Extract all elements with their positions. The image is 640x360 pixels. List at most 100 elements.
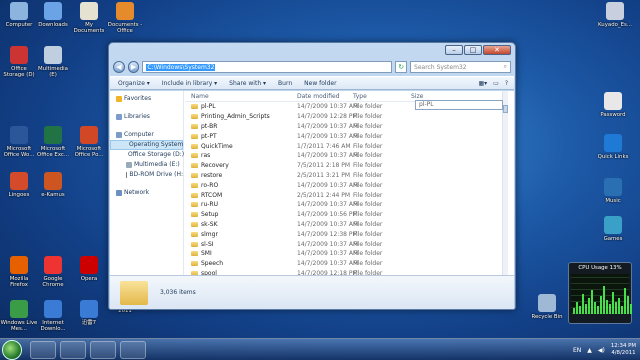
- file-row[interactable]: pt-BR 14/7/2009 10:37 AM File folder: [185, 122, 508, 132]
- network-icon: [116, 190, 122, 196]
- taskbar-explorer-icon[interactable]: [30, 341, 56, 359]
- desktop-icon-password[interactable]: Password: [594, 92, 632, 118]
- include-in-library-button[interactable]: Include in library ▾: [162, 80, 217, 87]
- cpu-graph-bar: [600, 296, 602, 314]
- file-row[interactable]: ru-RU 14/7/2009 10:37 AM File folder: [185, 200, 508, 210]
- maximize-button[interactable]: □: [464, 45, 482, 55]
- back-button[interactable]: ◀: [113, 61, 125, 73]
- desktop-icon-7[interactable]: 迅雷7: [70, 300, 108, 326]
- preview-pane-icon[interactable]: ▭: [493, 80, 499, 87]
- start-button[interactable]: [2, 340, 22, 360]
- clock[interactable]: 12:34 PM 4/8/2011: [611, 343, 636, 357]
- nav-item-office-storage-d[interactable]: Office Storage (D:): [110, 150, 184, 160]
- file-row[interactable]: Setup 14/7/2009 10:56 PM File folder: [185, 210, 508, 220]
- nav-item-bd-rom-drive-h[interactable]: BD-ROM Drive (H:: [110, 170, 183, 180]
- file-row[interactable]: RTCOM 2/5/2011 2:44 PM File folder: [185, 190, 508, 200]
- desktop-icon-mozilla-firefox[interactable]: Mozilla Firefox: [0, 256, 38, 288]
- vertical-scrollbar[interactable]: [502, 91, 508, 275]
- nav-item-network[interactable]: Network: [110, 188, 183, 198]
- desktop-icon-computer[interactable]: Computer: [0, 2, 38, 28]
- address-bar[interactable]: C:\Windows\System32: [142, 61, 393, 73]
- column-name[interactable]: Name: [185, 93, 297, 100]
- desktop-icon-google-chrome[interactable]: Google Chrome: [34, 256, 72, 288]
- desktop-icon-multimedia-e[interactable]: Multimedia (E): [34, 46, 72, 78]
- cpu-usage-gadget[interactable]: CPU Usage 13% CORE1 10% CORE2 16%: [568, 262, 632, 324]
- search-suggestion[interactable]: pl-PL: [415, 100, 503, 110]
- language-indicator[interactable]: EN: [573, 347, 581, 354]
- help-icon[interactable]: ?: [505, 80, 508, 87]
- desktop-icon-microsoft-office-exc[interactable]: Microsoft Office Exc...: [34, 126, 72, 158]
- forward-button[interactable]: ▶: [127, 61, 140, 73]
- network-icon[interactable]: ▲: [587, 347, 592, 354]
- taskbar-folder-icon[interactable]: [120, 341, 146, 359]
- file-name: ru-RU: [201, 201, 218, 209]
- column-type[interactable]: Type: [353, 93, 411, 100]
- desktop-icon-label: 迅雷7: [81, 320, 97, 326]
- desktop-icon-windows-live-mes[interactable]: Windows Live Mes...: [0, 300, 38, 332]
- desktop-icon-microsoft-office-po[interactable]: Microsoft Office Po...: [70, 126, 108, 158]
- desktop-icon-documents-office[interactable]: Documents - Office: [106, 2, 144, 34]
- file-row[interactable]: Printing_Admin_Scripts 14/7/2009 12:28 PM…: [185, 112, 508, 122]
- nav-item-computer[interactable]: Computer: [110, 130, 183, 140]
- nav-item-libraries[interactable]: Libraries: [110, 112, 183, 122]
- search-placeholder: Search System32: [414, 63, 467, 71]
- desktop-icon-quick-links[interactable]: Quick Links: [594, 134, 632, 160]
- desktop-icon-internet-downlo[interactable]: Internet Downlo...: [34, 300, 72, 332]
- desktop-icon-kuyado-es[interactable]: Kuyado_Es...: [596, 2, 634, 28]
- scroll-thumb[interactable]: [503, 105, 508, 113]
- column-date-modified[interactable]: Date modified: [297, 93, 353, 100]
- file-type: File folder: [353, 230, 383, 238]
- desktop-icon-lingoes[interactable]: Lingoes: [0, 172, 38, 198]
- nav-item-favorites[interactable]: Favorites: [110, 94, 183, 104]
- taskbar-media-player-icon[interactable]: [60, 341, 86, 359]
- file-name: SMI: [201, 250, 212, 258]
- file-name: pt-BR: [201, 122, 218, 130]
- file-row[interactable]: restore 2/5/2011 3:21 PM File folder: [185, 171, 508, 181]
- taskbar-app-icon[interactable]: [90, 341, 116, 359]
- cpu-graph-bar: [585, 304, 587, 314]
- app-icon: [44, 126, 62, 144]
- file-name: pt-PT: [201, 132, 217, 140]
- folder-icon: [191, 192, 198, 198]
- desktop-icon-office-storage-d[interactable]: Office Storage (D): [0, 46, 38, 78]
- column-size[interactable]: Size: [411, 93, 471, 100]
- file-row[interactable]: sk-SK 14/7/2009 10:37 AM File folder: [185, 220, 508, 230]
- desktop-icon-music[interactable]: Music: [594, 178, 632, 204]
- burn-button[interactable]: Burn: [278, 80, 292, 87]
- file-row[interactable]: SMI 14/7/2009 10:37 AM File folder: [185, 249, 508, 259]
- close-button[interactable]: ✕: [483, 45, 511, 55]
- volume-icon[interactable]: ◀): [598, 347, 605, 354]
- organize-button[interactable]: Organize ▾: [118, 80, 150, 87]
- minimize-button[interactable]: –: [445, 45, 463, 55]
- desktop-icon-label: Password: [600, 112, 626, 118]
- file-row[interactable]: Speech 14/7/2009 10:37 AM File folder: [185, 259, 508, 269]
- file-row[interactable]: sl-SI 14/7/2009 10:37 AM File folder: [185, 239, 508, 249]
- file-row[interactable]: ras 14/7/2009 10:37 AM File folder: [185, 151, 508, 161]
- desktop-icon-label: Games: [603, 236, 623, 242]
- view-options-icon[interactable]: ▦▾: [478, 80, 487, 87]
- desktop-icon-e-kamus[interactable]: e-Kamus: [34, 172, 72, 198]
- search-input[interactable]: Search System32 ⌕: [410, 61, 511, 73]
- nav-item-operating-system[interactable]: Operating System: [110, 140, 183, 150]
- desktop-icon-opera[interactable]: Opera: [70, 256, 108, 282]
- cpu-graph-bar: [579, 306, 581, 314]
- desktop-icon-recycle-bin[interactable]: Recycle Bin: [528, 294, 566, 320]
- file-date: 14/7/2009 10:37 AM: [297, 132, 359, 140]
- explorer-window[interactable]: – □ ✕ ◀ ▶ C:\Windows\System32 ↻ Search S…: [108, 42, 516, 310]
- file-row[interactable]: pt-PT 14/7/2009 10:37 AM File folder: [185, 131, 508, 141]
- new-folder-button[interactable]: New folder: [304, 80, 336, 87]
- file-row[interactable]: QuickTime 1/7/2011 7:46 AM File folder: [185, 141, 508, 151]
- desktop-icon-label: Internet Downlo...: [40, 320, 66, 332]
- desktop-icon-downloads[interactable]: Downloads: [34, 2, 72, 28]
- file-row[interactable]: slmgr 14/7/2009 12:38 PM File folder: [185, 229, 508, 239]
- desktop-icon-my-documents[interactable]: My Documents: [70, 2, 108, 34]
- file-row[interactable]: ro-RO 14/7/2009 10:37 AM File folder: [185, 180, 508, 190]
- file-row[interactable]: Recovery 7/5/2011 2:18 PM File folder: [185, 161, 508, 171]
- folder-icon: [191, 241, 198, 247]
- address-text[interactable]: C:\Windows\System32: [146, 63, 216, 71]
- nav-item-multimedia-e[interactable]: Multimedia (E:): [110, 160, 183, 170]
- share-with-button[interactable]: Share with ▾: [229, 80, 266, 87]
- desktop-icon-games[interactable]: Games: [594, 216, 632, 242]
- desktop-icon-microsoft-office-wo[interactable]: Microsoft Office Wo...: [0, 126, 38, 158]
- refresh-icon[interactable]: ↻: [395, 61, 408, 73]
